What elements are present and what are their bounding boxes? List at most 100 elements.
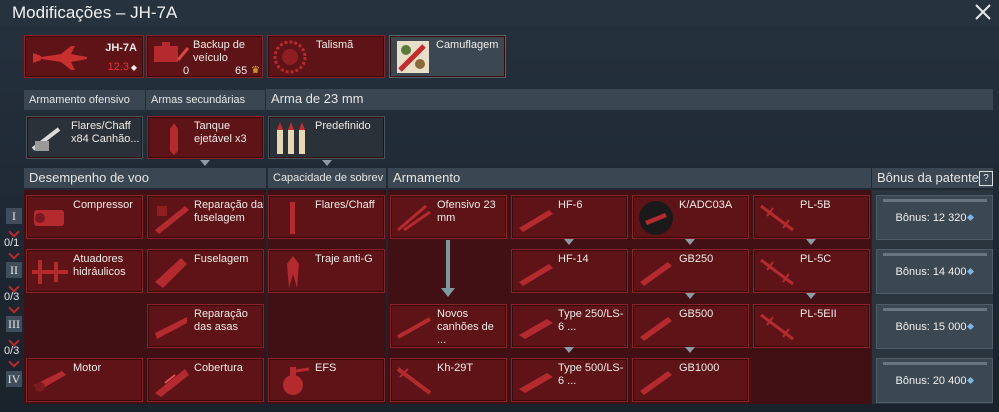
rank-bonus-header: Bônus da patente xyxy=(872,168,993,188)
survivability-header: Capacidade de sobrev xyxy=(268,168,386,188)
expand-arrow-icon xyxy=(564,347,574,353)
window-title: Modificações – JH-7A xyxy=(12,3,178,22)
unlock-arrow-head xyxy=(441,288,455,297)
mod-pl-5eii[interactable]: PL-5EII xyxy=(753,304,870,348)
close-icon[interactable] xyxy=(973,2,993,22)
br-arrow-icon: ◆ xyxy=(130,63,137,72)
aircraft-card[interactable]: JH-7A 12.3 ◆ xyxy=(24,35,144,78)
mod-flares-chaff[interactable]: Flares/Chaff xyxy=(268,195,385,239)
wing-repair-icon xyxy=(155,317,187,339)
secondary-preset-label: Tanque ejetável x3 xyxy=(194,120,247,145)
engine-icon xyxy=(34,371,66,392)
offensive-armament-header: Armamento ofensivo xyxy=(24,90,145,110)
mod-kh-29t-label: Kh-29T xyxy=(437,362,474,374)
cannon-icon xyxy=(31,127,61,151)
mod-gb1000[interactable]: GB1000 xyxy=(632,358,749,402)
rocket-pod-icon xyxy=(519,210,553,232)
research-points-icon xyxy=(967,213,975,222)
ammo-icon xyxy=(277,122,305,154)
rank-bonus-ii: Bônus: 14 400 xyxy=(876,249,993,294)
mod-type-500[interactable]: Type 500/LS-6 ... xyxy=(511,358,628,402)
rank-iii: III xyxy=(6,316,22,332)
offensive-preset-card[interactable]: Flares/Chaff x84 Canhão... xyxy=(26,116,143,159)
targeting-pod-icon xyxy=(639,201,673,235)
mod-k-adc03a[interactable]: K/ADC03A xyxy=(632,195,749,239)
rocket-pod-icon xyxy=(519,264,553,286)
bonus-iii-text: Bônus: 15 000 xyxy=(895,321,967,333)
mod-offensive-23mm[interactable]: Ofensivo 23 mm xyxy=(390,195,507,239)
guided-bomb-icon xyxy=(640,371,672,395)
jet-icon xyxy=(33,46,87,70)
secondary-preset-card[interactable]: Tanque ejetável x3 xyxy=(147,116,264,159)
fuselage-icon xyxy=(155,258,187,288)
mod-compressor-label: Compressor xyxy=(73,199,133,211)
mod-gb250[interactable]: GB250 xyxy=(632,249,749,293)
mod-fuselage[interactable]: Fuselagem xyxy=(147,249,264,293)
bonus-iv-text: Bônus: 20 400 xyxy=(895,375,967,387)
mod-pl-5c[interactable]: PL-5C xyxy=(753,249,870,293)
rank-bonus-i: Bônus: 12 320 xyxy=(876,195,993,240)
mod-pl-5c-label: PL-5C xyxy=(800,253,832,265)
mod-kh-29t[interactable]: Kh-29T xyxy=(390,358,507,402)
rank-bonus-iii: Bônus: 15 000 xyxy=(876,304,993,349)
bonus-progress-bar xyxy=(883,362,987,365)
rank-ii-count: 0/3 xyxy=(4,291,20,303)
mod-hf-14[interactable]: HF-14 xyxy=(511,249,628,293)
backup-card[interactable]: Backup de veículo 0 65 ♛ xyxy=(146,35,263,78)
rank-ii: II xyxy=(6,262,22,278)
mod-type-250[interactable]: Type 250/LS-6 ... xyxy=(511,304,628,348)
mod-pl-5b[interactable]: PL-5B xyxy=(753,195,870,239)
gun-preset-card[interactable]: Predefinido xyxy=(268,116,385,159)
battle-rating: 12.3 xyxy=(107,61,129,73)
help-icon[interactable]: ? xyxy=(979,171,993,186)
mod-hf-14-label: HF-14 xyxy=(558,253,589,265)
rank-i-count: 0/1 xyxy=(4,237,20,249)
expand-arrow-icon xyxy=(685,347,695,353)
title-bar: Modificações – JH-7A xyxy=(0,0,999,26)
mod-hf-6[interactable]: HF-6 xyxy=(511,195,628,239)
mod-engine[interactable]: Motor xyxy=(26,358,143,402)
mod-gb250-label: GB250 xyxy=(679,253,714,265)
drop-tank-icon xyxy=(170,123,178,155)
mod-efs[interactable]: EFS xyxy=(268,358,385,402)
mod-gb500-label: GB500 xyxy=(679,308,714,320)
repair-kit-icon xyxy=(154,42,190,62)
expand-arrow-icon xyxy=(806,293,816,299)
mod-compressor[interactable]: Compressor xyxy=(26,195,143,239)
armament-header: Armamento xyxy=(388,168,871,188)
mod-engine-label: Motor xyxy=(73,362,102,374)
bomb-icon xyxy=(519,319,553,339)
gun-belt-icon xyxy=(397,204,431,232)
research-points-icon xyxy=(967,322,975,331)
mod-fuselage-repair[interactable]: Reparação da fuselagem xyxy=(147,195,264,239)
backup-count: 0 xyxy=(183,65,190,77)
g-suit-icon xyxy=(287,256,299,288)
backup-cost: 65 xyxy=(235,65,248,77)
mod-new-cannons[interactable]: Novos canhões de ... xyxy=(390,304,507,348)
compressor-icon xyxy=(34,210,64,226)
camouflage-icon xyxy=(397,41,429,73)
guided-bomb-icon xyxy=(640,262,672,286)
mod-g-suit[interactable]: Traje anti-G xyxy=(268,249,385,293)
canopy-icon xyxy=(155,369,189,397)
aircraft-name: JH-7A xyxy=(105,42,137,54)
mod-hydraulics-label: Atuadores hidráulicos xyxy=(73,253,126,278)
guided-bomb-icon xyxy=(640,317,672,341)
bonus-progress-bar xyxy=(883,199,987,202)
mod-canopy-label: Cobertura xyxy=(194,362,243,374)
mod-hydraulics[interactable]: Atuadores hidráulicos xyxy=(26,249,143,293)
backup-label: Backup de veículo xyxy=(193,39,245,64)
mod-pl-5b-label: PL-5B xyxy=(800,199,831,211)
air-missile-icon xyxy=(760,258,794,286)
bomb-icon xyxy=(519,373,553,393)
talisman-label: Talismã xyxy=(316,39,354,51)
mod-gb500[interactable]: GB500 xyxy=(632,304,749,348)
rank-i: I xyxy=(6,208,22,224)
mod-canopy[interactable]: Cobertura xyxy=(147,358,264,402)
mod-g-suit-label: Traje anti-G xyxy=(315,253,373,265)
mod-hf-6-label: HF-6 xyxy=(558,199,583,211)
camouflage-card[interactable]: Camuflagem xyxy=(389,35,506,78)
mod-wing-repair[interactable]: Reparação das asas xyxy=(147,304,264,348)
talisman-card[interactable]: Talismã xyxy=(267,35,385,78)
fuselage-repair-icon xyxy=(155,206,189,234)
